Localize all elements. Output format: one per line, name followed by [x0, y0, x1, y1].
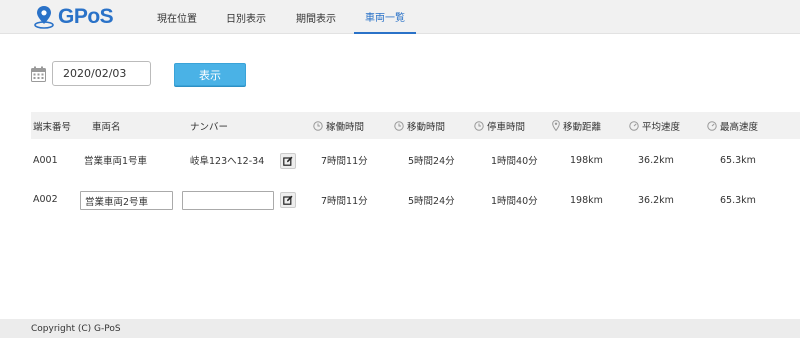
header-max-speed: 最高速度 — [707, 112, 758, 139]
cell-avg-speed: 36.2km — [638, 154, 674, 166]
show-button[interactable]: 表示 — [174, 63, 246, 86]
clock-icon — [313, 120, 323, 131]
cell-moving-time: 5時間24分 — [408, 156, 455, 167]
number-input[interactable] — [182, 191, 274, 210]
date-filter — [31, 61, 151, 86]
header-moving-time: 移動時間 — [394, 112, 445, 139]
header-stop-time-label: 停車時間 — [487, 121, 526, 133]
header-max-speed-label: 最高速度 — [720, 121, 759, 133]
header-terminal: 端末番号 — [33, 121, 72, 133]
footer: Copyright (C) G-PoS — [0, 319, 800, 338]
header-avg-speed-label: 平均速度 — [642, 121, 681, 133]
logo-text: GPoS — [58, 5, 114, 28]
clock-icon — [474, 120, 484, 131]
header-avg-speed: 平均速度 — [629, 112, 680, 139]
header-stop-time: 停車時間 — [474, 112, 525, 139]
cell-avg-speed: 36.2km — [638, 194, 674, 206]
location-pin-icon — [34, 6, 54, 29]
date-input[interactable] — [52, 61, 151, 86]
header-distance-label: 移動距離 — [563, 121, 602, 133]
nav-daily-view[interactable]: 日別表示 — [212, 0, 280, 34]
nav-vehicle-list[interactable]: 車両一覧 — [354, 0, 416, 34]
cell-number: 岐阜123へ12-34 — [190, 156, 265, 167]
header-operating-time: 稼働時間 — [313, 112, 364, 139]
edit-button[interactable] — [280, 153, 296, 169]
edit-button[interactable] — [280, 192, 296, 208]
top-header: GPoS 現在位置 日別表示 期間表示 車両一覧 — [0, 0, 800, 34]
cell-terminal: A002 — [33, 193, 58, 205]
main-nav: 現在位置 日別表示 期間表示 車両一覧 — [142, 0, 416, 34]
header-operating-time-label: 稼働時間 — [326, 121, 365, 133]
cell-operating-time: 7時間11分 — [321, 196, 368, 207]
cell-distance: 198km — [570, 154, 603, 166]
nav-current-location[interactable]: 現在位置 — [142, 0, 212, 34]
map-pin-icon — [552, 120, 560, 131]
cell-stop-time: 1時間40分 — [491, 156, 538, 167]
header-moving-time-label: 移動時間 — [407, 121, 446, 133]
cell-stop-time: 1時間40分 — [491, 196, 538, 207]
nav-period-view[interactable]: 期間表示 — [280, 0, 352, 34]
cell-moving-time: 5時間24分 — [408, 196, 455, 207]
header-number: ナンバー — [190, 121, 229, 133]
cell-terminal: A001 — [33, 154, 58, 166]
edit-icon — [283, 195, 293, 205]
app-logo[interactable]: GPoS — [33, 5, 114, 29]
vehicle-name-input[interactable] — [80, 191, 173, 210]
header-vehicle-name: 車両名 — [92, 121, 121, 133]
cell-max-speed: 65.3km — [720, 154, 756, 166]
edit-icon — [283, 156, 293, 166]
header-distance: 移動距離 — [552, 112, 601, 139]
cell-operating-time: 7時間11分 — [321, 156, 368, 167]
cell-distance: 198km — [570, 194, 603, 206]
clock-icon — [394, 120, 404, 131]
cell-vehicle-name: 営業車両1号車 — [84, 156, 148, 167]
cell-max-speed: 65.3km — [720, 194, 756, 206]
copyright-text: Copyright (C) G-PoS — [31, 323, 121, 334]
speedometer-icon — [707, 120, 717, 131]
speedometer-icon — [629, 120, 639, 131]
table-header: 端末番号 車両名 ナンバー 稼働時間 移動時間 停車時間 移動距離 平均速度 最… — [31, 112, 800, 139]
calendar-icon[interactable] — [31, 66, 46, 82]
